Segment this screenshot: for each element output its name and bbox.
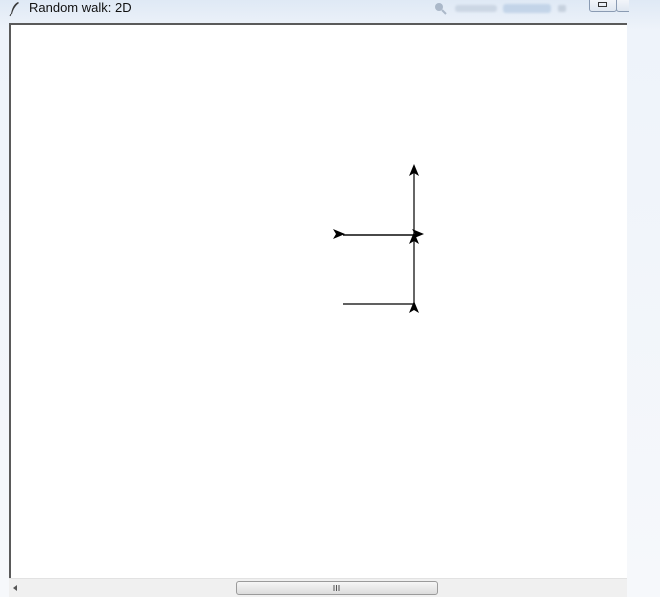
search-icon[interactable] <box>433 1 447 15</box>
title-bar[interactable]: Random walk: 2D <box>0 0 660 22</box>
window-title: Random walk: 2D <box>29 0 132 15</box>
search-dropdown-blur <box>558 5 566 12</box>
horizontal-scrollbar[interactable] <box>9 578 627 597</box>
titlebar-search[interactable] <box>433 1 583 17</box>
grip-icon <box>333 585 340 591</box>
turtle-canvas[interactable] <box>11 25 627 576</box>
app-window: Random walk: 2D <box>0 0 660 599</box>
search-label-blur <box>455 5 497 12</box>
turtle-stamps <box>333 164 424 313</box>
turtle-arrow-icon <box>333 229 345 239</box>
minimize-icon <box>598 2 607 7</box>
maximize-button[interactable] <box>616 0 629 12</box>
feather-icon <box>9 2 19 17</box>
left-arrow-icon[interactable] <box>9 579 26 597</box>
walk-path <box>343 167 415 305</box>
turtle-arrow-icon <box>409 301 419 313</box>
scrollbar-thumb[interactable] <box>236 581 438 595</box>
search-field-blur <box>503 4 551 13</box>
minimize-button[interactable] <box>589 0 617 12</box>
